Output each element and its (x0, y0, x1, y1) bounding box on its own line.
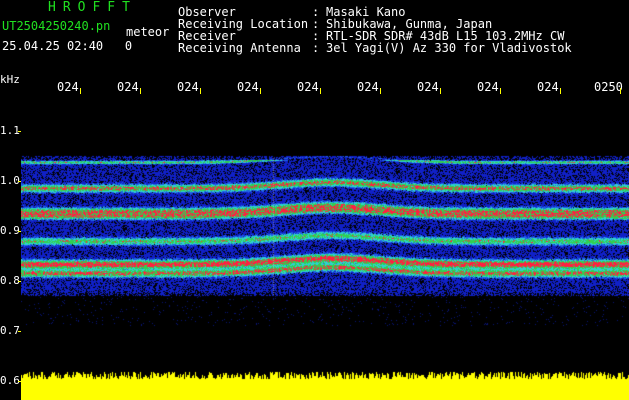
x-tick-label: 024 (117, 80, 139, 94)
x-tick-label: 024 (417, 80, 439, 94)
x-tick-mark (320, 88, 321, 94)
x-tick-label: 024 (177, 80, 199, 94)
y-tick-label: 0.6 (0, 374, 20, 387)
x-tick-label: 024 (57, 80, 79, 94)
date-extra: 0 (124, 39, 133, 53)
x-tick-mark (380, 88, 381, 94)
info-value-antenna: 3el Yagi(V) Az 330 for Vladivostok (326, 41, 572, 55)
info-labels: Observer Receiving Location Receiver Receiv… (178, 6, 308, 54)
y-tick-label: 1.1 (0, 124, 20, 137)
date-time-value: 25.04.25 02:40 (2, 39, 104, 53)
x-tick-label: 024 (297, 80, 319, 94)
x-tick-label: 024 (477, 80, 499, 94)
info-separators: : : : : (312, 5, 320, 55)
y-tick-label: 0.9 (0, 224, 20, 237)
y-tick-label: 1.0 (0, 174, 20, 187)
x-tick-label: 024 (537, 80, 559, 94)
x-tick-mark (500, 88, 501, 94)
x-tick-mark (560, 88, 561, 94)
info-label-antenna: Receiving Antenna (178, 41, 301, 55)
spectrogram-display (21, 96, 629, 400)
y-tick-label: 0.8 (0, 274, 20, 287)
x-tick-label: 0250 (594, 80, 623, 94)
x-tick-mark (200, 88, 201, 94)
y-axis-unit: kHz (0, 73, 20, 86)
app-title: HROFFT (48, 0, 137, 15)
file-suffix: meteor (126, 25, 170, 39)
info-values: Masaki Kano Shibukawa, Gunma, Japan RTL-SD… (326, 6, 572, 54)
date-time: 25.04.25 02:40 0 (2, 40, 132, 52)
file-name: UT2504250240.pn (2, 19, 111, 33)
y-tick-label: 0.7 (0, 324, 20, 337)
x-tick-mark (620, 88, 621, 94)
x-tick-label: 024 (237, 80, 259, 94)
x-tick-mark (440, 88, 441, 94)
x-tick-label: 024 (357, 80, 379, 94)
x-tick-mark (80, 88, 81, 94)
x-tick-mark (260, 88, 261, 94)
x-tick-mark (140, 88, 141, 94)
